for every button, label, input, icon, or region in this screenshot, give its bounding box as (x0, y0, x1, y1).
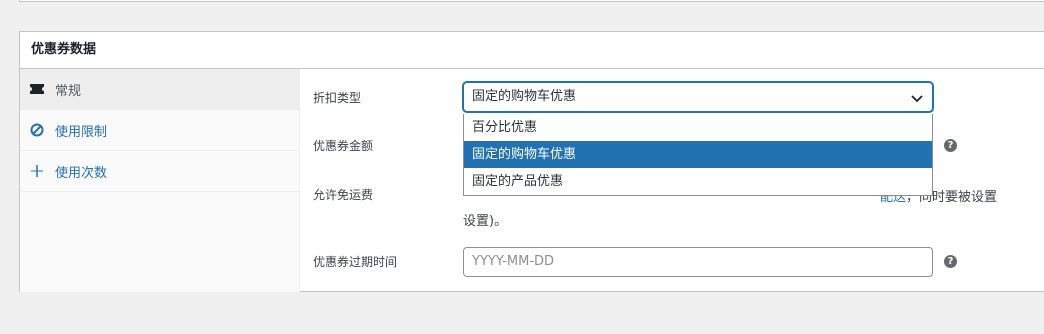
tab-usage-restriction-label: 使用限制 (55, 124, 108, 140)
general-settings: 折扣类型 固定的购物车优惠 百分比优惠 固定的购物车优惠 固定的产品优惠 优惠券… (301, 69, 1044, 292)
tab-general-label: 常规 (55, 83, 82, 99)
free-shipping-label: 允许免运费 (313, 188, 374, 202)
panel-title: 优惠券数据 (20, 32, 1044, 69)
expiry-date-label: 优惠券过期时间 (313, 255, 398, 269)
ticket-icon (29, 81, 45, 97)
coupon-tabs: 常规 使用限制 使用次数 (20, 69, 300, 292)
discount-type-value: 固定的购物车优惠 (472, 89, 577, 104)
coupon-data-panel: 优惠券数据 常规 使用限制 使用次数 折扣类型 固定的购物车优惠 百分比优惠 固… (19, 31, 1044, 292)
tab-usage-limits-label: 使用次数 (55, 165, 108, 181)
free-shipping-desc-line2: 设置)。 (463, 214, 508, 229)
option-fixed-product-discount[interactable]: 固定的产品优惠 (464, 168, 932, 195)
expiry-date-input[interactable]: YYYY-MM-DD (463, 247, 933, 277)
discount-type-dropdown: 百分比优惠 固定的购物车优惠 固定的产品优惠 (463, 114, 933, 196)
chevron-down-icon (911, 95, 923, 103)
option-fixed-cart-discount[interactable]: 固定的购物车优惠 (464, 141, 932, 168)
discount-type-select[interactable]: 固定的购物车优惠 (463, 82, 933, 112)
ban-icon (29, 122, 45, 138)
previous-panel-edge (19, 0, 1044, 2)
tab-usage-limits[interactable]: 使用次数 (20, 151, 299, 192)
option-percent-discount[interactable]: 百分比优惠 (464, 114, 932, 141)
discount-type-label: 折扣类型 (313, 91, 362, 105)
help-icon[interactable]: ? (944, 255, 957, 268)
tab-general[interactable]: 常规 (20, 69, 299, 110)
tab-usage-restriction[interactable]: 使用限制 (20, 110, 299, 151)
coupon-amount-label: 优惠券金额 (313, 139, 374, 153)
plus-icon (29, 163, 45, 179)
help-icon[interactable]: ? (944, 139, 957, 152)
